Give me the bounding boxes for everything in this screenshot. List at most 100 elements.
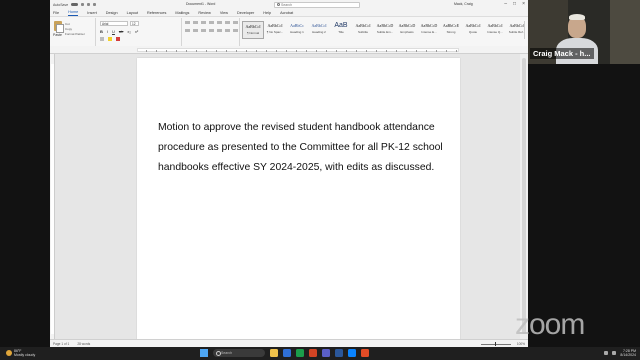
taskbar-app-icon[interactable] — [361, 349, 369, 357]
redo-icon[interactable] — [93, 3, 97, 6]
increase-indent-icon[interactable] — [217, 21, 222, 25]
style-name: Strong — [446, 30, 456, 34]
bold-icon[interactable]: B — [100, 29, 103, 34]
ruler-tick — [416, 49, 417, 52]
style-item[interactable]: AaBbCc Heading 1 — [286, 21, 308, 39]
paste-icon[interactable] — [54, 21, 64, 33]
document-body-text[interactable]: Motion to approve the revised student ha… — [158, 118, 458, 178]
strikethrough-icon[interactable]: ab — [119, 29, 123, 34]
taskbar-app-icon[interactable] — [322, 349, 330, 357]
taskbar-search[interactable]: Search — [213, 349, 265, 357]
style-item[interactable]: AaBbCcI Heading 2 — [308, 21, 330, 39]
italic-icon[interactable]: I — [107, 29, 108, 34]
taskbar-app-icon[interactable] — [270, 349, 278, 357]
vertical-ruler[interactable] — [50, 54, 55, 339]
horizontal-ruler[interactable] — [50, 46, 528, 53]
text-effects-icon[interactable] — [100, 37, 104, 41]
taskbar-app-icon[interactable] — [348, 349, 356, 357]
ruler-tick — [206, 49, 207, 52]
sort-icon[interactable] — [225, 21, 230, 25]
tab-design[interactable]: Design — [106, 11, 118, 17]
underline-icon[interactable]: U — [112, 29, 115, 34]
tab-insert[interactable]: Insert — [87, 11, 97, 17]
maximize-icon[interactable]: □ — [513, 1, 516, 7]
align-center-icon[interactable] — [193, 29, 198, 33]
autosave-toggle[interactable] — [71, 2, 79, 7]
vertical-scrollbar[interactable] — [520, 54, 528, 339]
zoom-level[interactable]: 100% — [517, 342, 525, 346]
taskbar-app-icon[interactable] — [283, 349, 291, 357]
minimize-icon[interactable]: – — [504, 1, 507, 7]
style-item[interactable]: AaBbCcD Intense E... — [418, 21, 440, 39]
status-bar: Page 1 of 1 28 words 100% — [50, 339, 528, 347]
word-count[interactable]: 28 words — [77, 342, 90, 346]
tab-file[interactable]: File — [53, 11, 59, 17]
tab-review[interactable]: Review — [198, 11, 210, 17]
align-right-icon[interactable] — [201, 29, 206, 33]
decrease-indent-icon[interactable] — [209, 21, 214, 25]
close-icon[interactable]: × — [522, 1, 525, 7]
volume-icon[interactable] — [612, 351, 617, 355]
windows-start-icon[interactable] — [200, 349, 208, 357]
search-input[interactable]: Search — [274, 1, 360, 8]
ruler-tick — [256, 49, 257, 52]
tab-references[interactable]: References — [147, 11, 166, 17]
user-name[interactable]: Mack, Craig — [454, 2, 473, 6]
weather-widget[interactable]: 86°F Mostly cloudy — [6, 349, 35, 357]
tab-help[interactable]: Help — [263, 11, 271, 17]
search-placeholder: Search — [281, 2, 293, 7]
style-item[interactable]: AaBbCcI ¶ Normal — [242, 21, 264, 39]
taskbar-app-icon[interactable] — [335, 349, 343, 357]
tab-developer[interactable]: Developer — [237, 11, 254, 17]
style-item[interactable]: AaBbCcI Quote — [462, 21, 484, 39]
superscript-icon[interactable]: x² — [135, 29, 138, 34]
subscript-icon[interactable]: x₂ — [127, 29, 131, 34]
tab-mailings[interactable]: Mailings — [175, 11, 189, 17]
format-painter-button[interactable]: Format Painter — [65, 32, 85, 37]
clock[interactable]: 7:28 PM 8/14/2024 — [620, 349, 636, 357]
numbering-icon[interactable] — [193, 21, 198, 25]
borders-icon[interactable] — [233, 29, 238, 33]
taskbar-app-icon[interactable] — [309, 349, 317, 357]
style-item[interactable]: AaBbCcI Intense Q... — [484, 21, 506, 39]
network-icon[interactable] — [604, 351, 609, 355]
participant-video[interactable]: Craig Mack - h... — [528, 0, 640, 64]
style-item[interactable]: AaBbCcD Emphasis — [396, 21, 418, 39]
system-tray: 7:28 PM 8/14/2024 — [604, 349, 636, 357]
undo-icon[interactable] — [87, 3, 91, 6]
font-color-icon[interactable] — [116, 37, 120, 41]
style-item[interactable]: AaBbCcI ¶ No Spac... — [264, 21, 286, 39]
taskbar: 86°F Mostly cloudy Search 7:28 PM 8/14/2… — [0, 347, 640, 360]
paste-button[interactable]: Paste — [53, 33, 62, 37]
style-item[interactable]: AaB Title — [330, 21, 352, 39]
align-left-icon[interactable] — [185, 29, 190, 33]
pilcrow-icon[interactable] — [233, 21, 238, 25]
style-item[interactable]: AaBbCcI Subtitle — [352, 21, 374, 39]
ruler-tick — [196, 49, 197, 52]
font-name-select[interactable]: Arial — [100, 21, 128, 26]
ruler-track — [137, 47, 459, 52]
taskbar-app-icon[interactable] — [296, 349, 304, 357]
line-spacing-icon[interactable] — [217, 29, 222, 33]
tab-acrobat[interactable]: Acrobat — [280, 11, 293, 17]
clipboard-items: Cut Copy Format Painter — [65, 22, 85, 37]
document-page[interactable]: Motion to approve the revised student ha… — [137, 58, 460, 347]
shading-icon[interactable] — [225, 29, 230, 33]
style-item[interactable]: AaBbCcD Subtle Em... — [374, 21, 396, 39]
save-icon[interactable] — [81, 3, 85, 6]
tab-home[interactable]: Home — [68, 10, 79, 16]
tab-layout[interactable]: Layout — [127, 11, 138, 17]
zoom-slider[interactable] — [480, 342, 511, 346]
scrollbar-thumb[interactable] — [522, 58, 526, 334]
page-count[interactable]: Page 1 of 1 — [53, 342, 69, 346]
highlight-color-icon[interactable] — [108, 37, 112, 41]
font-size-select[interactable]: 12 — [130, 21, 139, 26]
multilevel-list-icon[interactable] — [201, 21, 206, 25]
justify-icon[interactable] — [209, 29, 214, 33]
tab-view[interactable]: View — [220, 11, 228, 17]
bullets-icon[interactable] — [185, 21, 190, 25]
style-sample: AaBbCcI — [245, 24, 261, 29]
ruler-tick — [266, 49, 267, 52]
style-item[interactable]: AaBbCcE Strong — [440, 21, 462, 39]
ruler-tick — [366, 49, 367, 52]
